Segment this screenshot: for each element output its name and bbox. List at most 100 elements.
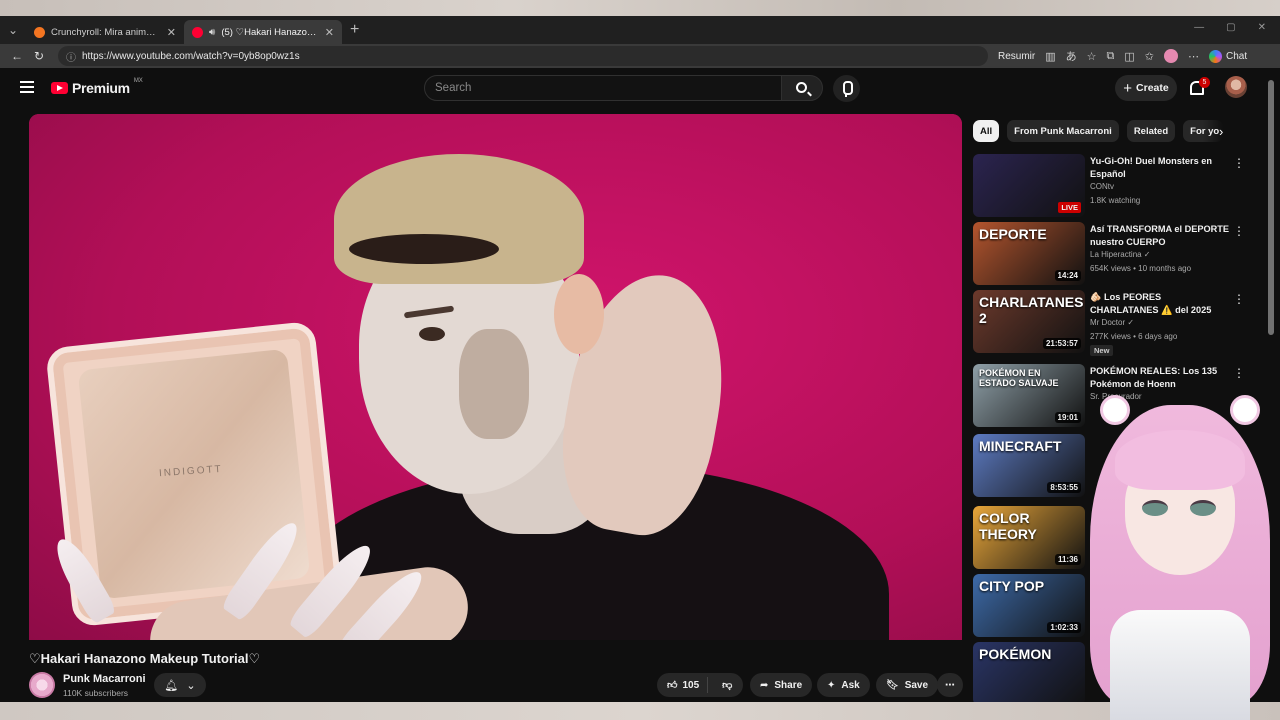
search-input[interactable]: Search xyxy=(424,75,782,101)
thumbnail-text: MINECRAFT xyxy=(979,438,1062,454)
back-arrow-icon[interactable]: ← xyxy=(6,49,28,63)
user-avatar[interactable] xyxy=(1225,76,1247,98)
maximize-icon[interactable]: ▢ xyxy=(1226,22,1235,33)
youtube-favicon-icon xyxy=(192,26,203,38)
tab-list-chevron-icon[interactable]: ⌄ xyxy=(0,23,26,37)
summarize-button[interactable]: Resumir xyxy=(998,51,1035,62)
save-button[interactable]: 🔖︎ Save xyxy=(876,673,939,697)
crunchyroll-favicon-icon xyxy=(34,26,45,38)
chip-all[interactable]: All xyxy=(973,120,1000,142)
video-player[interactable]: INDIGOTT xyxy=(29,114,962,640)
translate-icon[interactable]: あ xyxy=(1066,48,1077,64)
thumbs-down-icon: 👎︎ xyxy=(722,680,733,691)
copilot-icon xyxy=(1209,49,1222,63)
close-tab-icon[interactable]: ✕ xyxy=(167,26,176,39)
recommendation-stats: 277K views • 6 days ago xyxy=(1090,332,1178,341)
channel-name[interactable]: Punk Macarroni xyxy=(63,673,146,685)
recommendation-title[interactable]: Yu-Gi-Oh! Duel Monsters en Español xyxy=(1090,155,1230,181)
create-button[interactable]: + Create xyxy=(1115,75,1177,101)
recommendation-item[interactable]: CHARLATANES 2 21:53:57 🫵🏻 Los PEORES CHARL… xyxy=(973,290,1253,356)
search-button[interactable] xyxy=(781,75,823,101)
recommendation-channel[interactable]: Mr Doctor ✓ xyxy=(1090,318,1134,327)
new-tab-button[interactable]: + xyxy=(350,21,359,39)
thumbnail-text: CITY POP xyxy=(979,578,1045,594)
minimize-icon[interactable]: — xyxy=(1194,22,1204,33)
recommendation-title[interactable]: POKÉMON REALES: Los 135 Pokémon de Hoenn… xyxy=(1090,365,1230,391)
video-thumbnail[interactable]: POKÉMON xyxy=(973,642,1085,705)
recommendation-channel[interactable]: La Hiperactina ✓ xyxy=(1090,250,1151,259)
split-screen-icon[interactable]: ◫ xyxy=(1124,50,1134,63)
refresh-icon[interactable]: ↻ xyxy=(28,49,50,63)
chip-related[interactable]: Related xyxy=(1126,120,1176,142)
share-arrow-icon: ➦ xyxy=(760,679,769,691)
close-tab-icon[interactable]: ✕ xyxy=(325,26,334,39)
thumbnail-text: POKÉMON xyxy=(979,646,1052,662)
notification-count-badge: 5 xyxy=(1199,77,1210,88)
video-thumbnail[interactable]: DEPORTE 14:24 xyxy=(973,222,1085,285)
copilot-button[interactable]: Chat xyxy=(1209,49,1248,63)
subscriber-count: 110K subscribers xyxy=(63,688,129,698)
tab-youtube-video[interactable]: 🔊︎ (5) ♡Hakari Hanazono Makeup ✕ xyxy=(184,20,342,44)
youtube-logo[interactable]: Premium MX xyxy=(51,78,143,96)
window-controls: — ▢ ✕ xyxy=(1194,22,1266,33)
address-bar[interactable]: ⓘ https://www.youtube.com/watch?v=0yb8op… xyxy=(58,46,988,66)
browser-toolbar: ← ↻ ⓘ https://www.youtube.com/watch?v=0y… xyxy=(0,44,1280,68)
like-dislike-bar: 👍︎ 105 👎︎ xyxy=(657,673,743,697)
new-badge: New xyxy=(1090,345,1114,356)
subscription-notification-button[interactable]: 🔔︎ ⌄ xyxy=(154,673,206,697)
live-badge: LIVE xyxy=(1058,202,1081,213)
tab-title: Crunchyroll: Mira animes populares xyxy=(51,26,161,38)
profile-icon[interactable] xyxy=(1164,49,1178,63)
chevron-right-icon[interactable]: › xyxy=(1219,124,1223,139)
page-scrollbar[interactable] xyxy=(1268,80,1274,335)
chip-from-channel[interactable]: From Punk Macarroni xyxy=(1007,120,1119,142)
hamburger-menu-icon[interactable] xyxy=(20,81,34,93)
logo-text: Premium xyxy=(72,80,130,96)
recommendation-title[interactable]: 🫵🏻 Los PEORES CHARLATANES ⚠️ del 2025 ex… xyxy=(1090,291,1230,317)
dislike-button[interactable]: 👎︎ xyxy=(714,679,740,691)
thumbnail-text: COLOR THEORY xyxy=(979,510,1037,542)
recommendation-item[interactable]: LIVE Yu-Gi-Oh! Duel Monsters en Español ⋮ C… xyxy=(973,154,1253,218)
more-vertical-icon[interactable]: ⋮ xyxy=(1233,156,1245,170)
thumbs-up-icon: 👍︎ xyxy=(667,680,678,691)
tab-crunchyroll[interactable]: Crunchyroll: Mira animes populares ✕ xyxy=(26,20,184,44)
video-thumbnail[interactable]: COLOR THEORY 11:36 xyxy=(973,506,1085,569)
video-thumbnail[interactable]: POKÉMON EN ESTADO SALVAJE 19:01 xyxy=(973,364,1085,427)
share-button[interactable]: ➦ Share xyxy=(750,673,813,697)
more-vertical-icon[interactable]: ⋮ xyxy=(1233,366,1245,380)
youtube-header: Premium MX Search + Create 5 xyxy=(0,68,1280,108)
extensions-icon[interactable]: ⧉ xyxy=(1107,50,1115,63)
more-vertical-icon[interactable]: ⋮ xyxy=(1233,224,1245,238)
vtuber-avatar-overlay xyxy=(1080,395,1280,720)
browser-tab-bar: ⌄ Crunchyroll: Mira animes populares ✕ 🔊… xyxy=(0,16,1280,44)
video-thumbnail[interactable]: MINECRAFT 8:53:55 xyxy=(973,434,1085,497)
more-menu-icon[interactable]: ⋯ xyxy=(1188,50,1199,63)
filter-chips: All From Punk Macarroni Related For yo xyxy=(973,120,1224,142)
close-window-icon[interactable]: ✕ xyxy=(1258,22,1266,33)
favorites-icon[interactable]: ✩ xyxy=(1145,50,1154,63)
like-button[interactable]: 👍︎ 105 xyxy=(657,677,709,693)
voice-search-mic-icon[interactable] xyxy=(833,75,860,102)
recommendation-title[interactable]: Así TRANSFORMA el DEPORTE nuestro CUERPO xyxy=(1090,223,1230,249)
more-vertical-icon[interactable]: ⋮ xyxy=(1233,292,1245,306)
reader-icon[interactable]: ▥ xyxy=(1045,50,1055,63)
favorite-star-icon[interactable]: ☆ xyxy=(1087,50,1097,63)
duration-badge: 21:53:57 xyxy=(1042,338,1081,349)
recommendation-item[interactable]: DEPORTE 14:24 Así TRANSFORMA el DEPORTE nu… xyxy=(973,222,1253,286)
video-title: ♡Hakari Hanazono Makeup Tutorial♡ xyxy=(29,651,261,666)
recommendation-channel[interactable]: CONtv xyxy=(1090,182,1114,191)
more-actions-button[interactable]: ⋯ xyxy=(937,673,963,697)
copilot-label: Chat xyxy=(1226,50,1248,62)
site-info-icon[interactable]: ⓘ xyxy=(66,49,76,64)
youtube-play-icon xyxy=(51,82,68,94)
duration-badge: 8:53:55 xyxy=(1047,482,1081,493)
channel-avatar[interactable] xyxy=(29,672,55,698)
video-thumbnail[interactable]: CHARLATANES 2 21:53:57 xyxy=(973,290,1085,353)
video-thumbnail[interactable]: CITY POP 1:02:33 xyxy=(973,574,1085,637)
ask-button[interactable]: ✦ Ask xyxy=(817,673,870,697)
speaker-icon[interactable]: 🔊︎ xyxy=(209,27,215,38)
bookmark-icon: 🔖︎ xyxy=(886,679,899,691)
video-thumbnail[interactable]: LIVE xyxy=(973,154,1085,217)
search-icon xyxy=(796,82,807,93)
chip-for-you[interactable]: For yo xyxy=(1183,120,1224,142)
